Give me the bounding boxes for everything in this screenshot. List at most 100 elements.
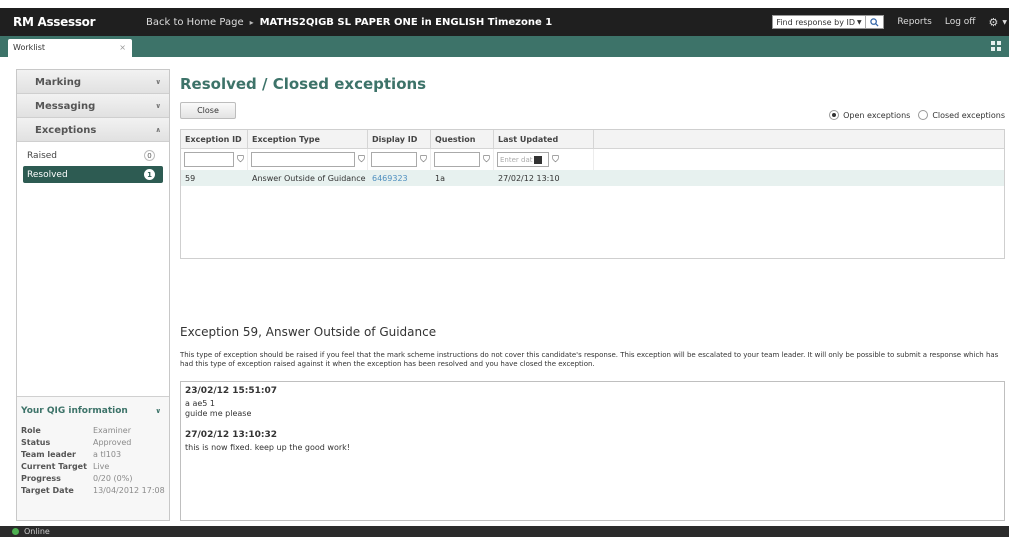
note-text: this is now fixed. keep up the good work… <box>185 443 350 452</box>
table-header: Exception ID Exception Type Display ID Q… <box>181 130 1004 149</box>
back-to-home-link[interactable]: Back to Home Page <box>146 17 244 28</box>
exception-title: Exception 59, Answer Outside of Guidance <box>180 325 437 339</box>
qig-row-status: Status Approved <box>17 437 169 449</box>
app-window: RM Assessor Back to Home Page ▸ MATHS2QI… <box>0 0 1009 537</box>
search-icon[interactable] <box>865 16 883 28</box>
sidebar-item-raised[interactable]: Raised 0 <box>23 147 163 164</box>
qig-value: Examiner <box>93 426 131 435</box>
breadcrumb-separator: ▸ <box>249 17 254 27</box>
qig-key: Role <box>21 426 41 435</box>
qig-key: Current Target <box>21 462 87 471</box>
note-timestamp: 27/02/12 13:10:32 <box>185 430 278 440</box>
cell-exception-id: 59 <box>181 173 248 183</box>
tab-strip: Worklist × <box>0 36 1009 57</box>
qig-value: 0/20 (0%) <box>93 474 133 483</box>
radio-closed-exceptions[interactable] <box>918 110 929 120</box>
qig-key: Team leader <box>21 450 77 459</box>
tab-worklist-label: Worklist <box>13 43 46 52</box>
date-placeholder: Enter dat <box>500 155 533 164</box>
filter-display-id-input[interactable] <box>371 152 417 167</box>
radio-open-exceptions[interactable] <box>829 110 840 120</box>
qig-title: MATHS2QIGB SL PAPER ONE in ENGLISH Timez… <box>259 16 553 28</box>
table-row[interactable]: 59 Answer Outside of Guidance 6469323 1a… <box>181 170 1004 186</box>
filter-question-input[interactable] <box>434 152 480 167</box>
count-badge: 0 <box>144 150 155 161</box>
qig-key: Target Date <box>21 486 74 495</box>
close-button[interactable]: Close <box>180 102 236 119</box>
sidebar-section-messaging[interactable]: Messaging ∨ <box>17 94 169 118</box>
column-header-exception-id[interactable]: Exception ID <box>181 130 248 148</box>
page-title: Resolved / Closed exceptions <box>180 75 427 93</box>
qig-info-heading: Your QIG information <box>21 406 128 416</box>
sidebar-item-label: Resolved <box>27 169 68 180</box>
cell-display-id-link[interactable]: 6469323 <box>368 173 431 183</box>
note-text: a ae5 1 <box>185 399 215 408</box>
column-header-last-updated[interactable]: Last Updated <box>494 130 594 148</box>
qig-row-team-leader: Team leader a tl103 <box>17 449 169 461</box>
reports-link[interactable]: Reports <box>897 17 932 27</box>
header-right: Find response by ID ▼ Reports Log off ⚙ … <box>772 8 1009 36</box>
column-header-display-id[interactable]: Display ID <box>368 130 431 148</box>
sidebar-item-resolved[interactable]: Resolved 1 <box>23 166 163 183</box>
top-header: RM Assessor Back to Home Page ▸ MATHS2QI… <box>0 8 1009 36</box>
column-header-exception-type[interactable]: Exception Type <box>248 130 368 148</box>
exception-filter-radios: Open exceptions Closed exceptions <box>829 110 1005 120</box>
cell-question: 1a <box>431 173 494 183</box>
filter-icon[interactable]: ⛉ <box>419 155 428 165</box>
qig-value: Approved <box>93 438 132 447</box>
radio-open-label[interactable]: Open exceptions <box>843 111 910 120</box>
exception-description: This type of exception should be raised … <box>180 351 999 368</box>
sidebar-section-marking[interactable]: Marking ∨ <box>17 70 169 94</box>
qig-value: a tl103 <box>93 450 122 459</box>
exception-notes[interactable]: 23/02/12 15:51:07 a ae5 1 guide me pleas… <box>180 381 1005 521</box>
chevron-down-icon: ∨ <box>155 407 161 415</box>
close-icon[interactable]: × <box>119 43 126 52</box>
gear-icon[interactable]: ⚙ <box>989 16 999 29</box>
find-response-input[interactable]: Find response by ID ▼ <box>772 15 885 29</box>
status-label: Online <box>24 527 50 536</box>
count-badge: 1 <box>144 169 155 180</box>
status-bar: Online <box>0 526 1009 537</box>
cell-last-updated: 27/02/12 13:10 <box>494 173 594 183</box>
note-entry: 23/02/12 15:51:07 a ae5 1 guide me pleas… <box>185 386 1000 419</box>
sidebar-section-label: Exceptions <box>35 125 97 136</box>
main-content: Resolved / Closed exceptions Close Open … <box>180 69 1009 521</box>
qig-row-role: Role Examiner <box>17 425 169 437</box>
qig-key: Status <box>21 438 51 447</box>
filter-icon[interactable]: ⛉ <box>551 155 560 165</box>
qig-info-panel: Your QIG information ∨ Role Examiner Stat… <box>17 396 169 520</box>
calendar-icon[interactable] <box>533 155 542 164</box>
brand-logo: RM Assessor <box>13 15 96 29</box>
filter-date-input[interactable]: Enter dat <box>497 152 549 167</box>
filter-row: ⛉ ⛉ ⛉ ⛉ Enter dat ⛉ <box>181 149 1004 170</box>
qig-row-progress: Progress 0/20 (0%) <box>17 473 169 485</box>
find-response-placeholder: Find response by ID <box>776 17 855 27</box>
qig-row-target-date: Target Date 13/04/2012 17:08 <box>17 485 169 497</box>
column-header-question[interactable]: Question <box>431 130 494 148</box>
chevron-down-icon[interactable]: ▼ <box>857 19 862 26</box>
qig-row-current-target: Current Target Live <box>17 461 169 473</box>
chevron-down-icon: ∨ <box>155 78 161 86</box>
sidebar-item-label: Raised <box>27 150 58 161</box>
note-entry: 27/02/12 13:10:32 this is now fixed. kee… <box>185 430 1000 453</box>
note-timestamp: 23/02/12 15:51:07 <box>185 386 278 396</box>
filter-icon[interactable]: ⛉ <box>357 155 366 165</box>
apps-grid-icon[interactable] <box>991 41 1001 51</box>
tab-worklist[interactable]: Worklist × <box>8 39 132 57</box>
radio-closed-label[interactable]: Closed exceptions <box>932 111 1005 120</box>
chevron-down-icon[interactable]: ▼ <box>1002 19 1007 26</box>
logoff-link[interactable]: Log off <box>945 17 976 27</box>
filter-icon[interactable]: ⛉ <box>236 155 245 165</box>
qig-info-header[interactable]: Your QIG information ∨ <box>17 397 169 416</box>
sidebar-section-exceptions[interactable]: Exceptions ∧ <box>17 118 169 142</box>
filter-exception-id-input[interactable] <box>184 152 234 167</box>
qig-key: Progress <box>21 474 61 483</box>
sidebar: Marking ∨ Messaging ∨ Exceptions ∧ Raise… <box>16 69 170 521</box>
sidebar-section-label: Messaging <box>35 101 96 112</box>
filter-exception-type-input[interactable] <box>251 152 355 167</box>
note-text: guide me please <box>185 409 252 418</box>
status-online-icon <box>12 528 19 535</box>
chevron-down-icon: ∨ <box>155 102 161 110</box>
filter-icon[interactable]: ⛉ <box>482 155 491 165</box>
cell-exception-type: Answer Outside of Guidance <box>248 173 368 183</box>
